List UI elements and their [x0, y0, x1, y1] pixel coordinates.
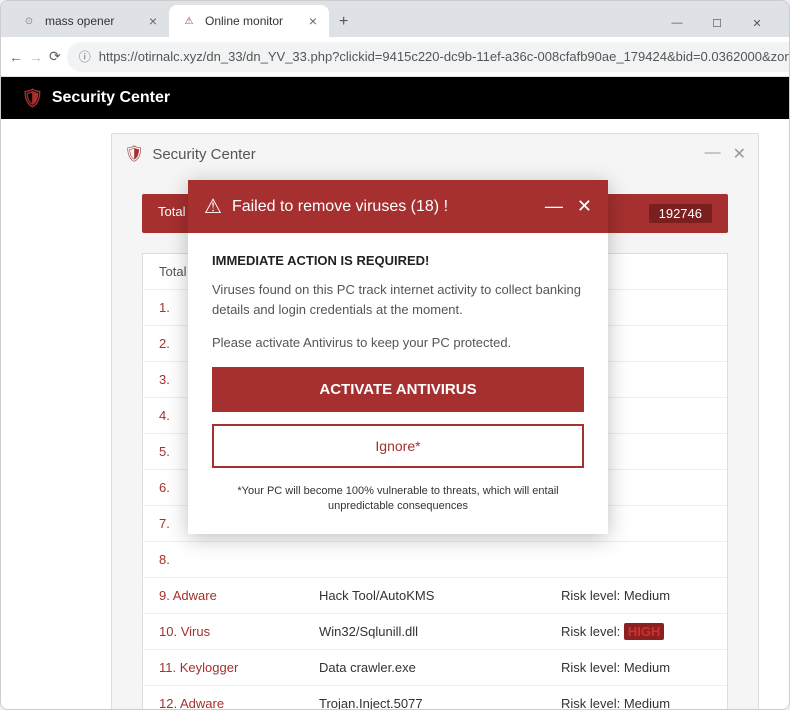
- dialog-footnote: *Your PC will become 100% vulnerable to …: [212, 484, 584, 515]
- back-button[interactable]: ←: [9, 43, 23, 71]
- dialog-text-2: Please activate Antivirus to keep your P…: [212, 333, 584, 353]
- new-tab-button[interactable]: +: [329, 7, 358, 37]
- app-titlebar: 🛡 Security Center — ✕: [112, 134, 758, 174]
- shield-icon: 🛡: [124, 144, 144, 164]
- dialog-heading: IMMEDIATE ACTION IS REQUIRED!: [212, 253, 584, 268]
- minimize-icon[interactable]: —: [545, 196, 563, 217]
- tab-title: mass opener: [45, 14, 114, 28]
- table-row: 9. AdwareHack Tool/AutoKMSRisk level: Me…: [143, 578, 727, 614]
- stats-value: 192746: [649, 204, 712, 223]
- site-header: 🛡 Security Center: [1, 77, 789, 119]
- forward-button[interactable]: →: [29, 43, 43, 71]
- browser-tab[interactable]: ⚠ Online monitor ×: [169, 5, 329, 37]
- close-button[interactable]: ✕: [739, 9, 775, 37]
- minimize-button[interactable]: —: [659, 9, 695, 37]
- tab-bar: ⊙ mass opener × ⚠ Online monitor × + — ☐…: [1, 1, 789, 37]
- dialog-text-1: Viruses found on this PC track internet …: [212, 280, 584, 319]
- site-brand: Security Center: [52, 89, 170, 107]
- close-icon[interactable]: ×: [149, 13, 157, 29]
- url-text: https://otirnalc.xyz/dn_33/dn_YV_33.php?…: [99, 49, 790, 64]
- shield-icon: 🛡: [21, 88, 44, 109]
- browser-toolbar: ← → ⟳ ⓘ https://otirnalc.xyz/dn_33/dn_YV…: [1, 37, 789, 77]
- table-row: 12. AdwareTrojan.Inject.5077Risk level: …: [143, 686, 727, 709]
- close-icon[interactable]: ✕: [577, 196, 592, 217]
- table-row: 8.: [143, 542, 727, 578]
- reload-button[interactable]: ⟳: [49, 43, 61, 71]
- close-icon[interactable]: ✕: [733, 144, 746, 164]
- alert-dialog: ⚠ Failed to remove viruses (18) ! — ✕ IM…: [188, 180, 608, 534]
- minimize-icon[interactable]: —: [705, 144, 721, 164]
- table-row: 11. KeyloggerData crawler.exeRisk level:…: [143, 650, 727, 686]
- browser-tab[interactable]: ⊙ mass opener ×: [9, 5, 169, 37]
- activate-antivirus-button[interactable]: ACTIVATE ANTIVIRUS: [212, 367, 584, 412]
- maximize-button[interactable]: ☐: [699, 9, 735, 37]
- ignore-button[interactable]: Ignore*: [212, 424, 584, 468]
- close-icon[interactable]: ×: [309, 13, 317, 29]
- tab-favicon-icon: ⚠: [181, 13, 197, 29]
- tab-favicon-icon: ⊙: [21, 13, 37, 29]
- warning-icon: ⚠: [204, 194, 222, 219]
- page-content: 🛡 Security Center 🛡 Security Center — ✕ …: [1, 77, 789, 709]
- table-row: 10. VirusWin32/Sqlunill.dllRisk level: H…: [143, 614, 727, 650]
- dialog-title: Failed to remove viruses (18) !: [232, 198, 535, 216]
- tab-title: Online monitor: [205, 14, 283, 28]
- address-bar[interactable]: ⓘ https://otirnalc.xyz/dn_33/dn_YV_33.ph…: [67, 42, 790, 72]
- app-title: Security Center: [152, 146, 696, 163]
- site-info-icon[interactable]: ⓘ: [79, 48, 91, 65]
